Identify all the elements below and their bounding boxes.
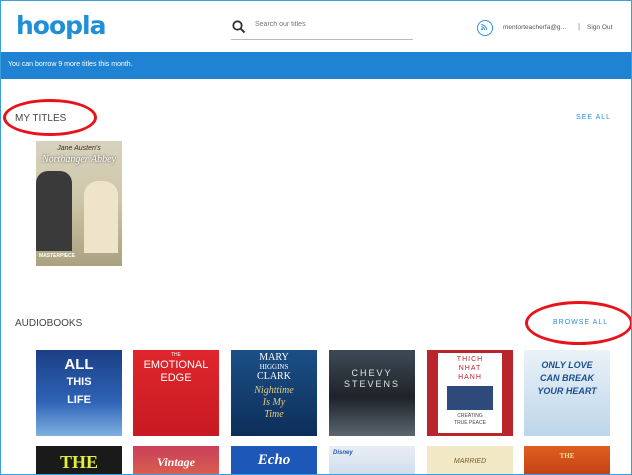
banner-text: You can borrow 9 more titles this month.	[8, 61, 133, 68]
account-username[interactable]: mentorteacherfa@g...	[503, 24, 566, 31]
cover-image	[447, 386, 493, 410]
see-all-link[interactable]: SEE ALL	[576, 114, 611, 121]
highlight-circle-my-titles	[3, 99, 97, 136]
cover-line: NHAT	[458, 365, 482, 372]
cover-line: Is My	[262, 397, 286, 408]
borrow-limit-banner: You can borrow 9 more titles this month.	[1, 52, 631, 79]
cover-line: CREATING	[457, 413, 483, 419]
cover-line: MARRIED	[453, 458, 487, 465]
audiobooks-heading: AUDIOBOOKS	[15, 318, 83, 329]
cover-line: Nighttime	[254, 385, 294, 396]
cover-line: THE	[171, 352, 181, 358]
cover-line: EDGE	[160, 372, 192, 384]
cover-footer: MASTERPIECE	[39, 253, 76, 259]
cover-author: Jane Austen's	[57, 145, 101, 152]
cover-line: LIFE	[67, 394, 91, 406]
cover-line: THE	[559, 452, 575, 460]
cover-line: MARY	[259, 352, 289, 363]
cover-line: HANH	[458, 374, 482, 381]
search-bar[interactable]	[231, 19, 413, 40]
audiobook-cover-all-this-life[interactable]: ALL THIS LIFE	[36, 350, 122, 436]
cover-line: ALL	[64, 356, 94, 373]
title-cover-northanger-abbey[interactable]: Jane Austen's Northanger Abbey MASTERPIE…	[36, 141, 122, 266]
cover-line: CHEVY	[351, 368, 393, 378]
cover-line: THE	[59, 452, 98, 472]
cover-line: STEVENS	[343, 379, 400, 389]
audiobook-cover-disney[interactable]: Disney	[329, 446, 415, 474]
audiobook-cover-row2-1[interactable]: THE	[36, 446, 122, 474]
cover-figure-woman	[84, 181, 118, 253]
cover-line: YOUR HEART	[537, 386, 597, 396]
hoopla-logo[interactable]: hoopla	[16, 11, 106, 40]
search-input[interactable]	[255, 21, 405, 28]
audiobook-cover-married[interactable]: MARRIED	[427, 446, 513, 474]
cover-line: Vintage	[156, 455, 195, 469]
cover-line: CAN BREAK	[540, 373, 594, 383]
highlight-circle-browse-all	[525, 301, 631, 345]
cover-line: ONLY LOVE	[541, 360, 593, 370]
cover-line: THIS	[66, 376, 92, 388]
audiobook-cover-chevy-stevens[interactable]: CHEVY STEVENS	[329, 350, 415, 436]
rss-icon[interactable]	[477, 20, 493, 36]
search-icon[interactable]	[231, 19, 247, 35]
audiobook-cover-only-love-can-break-your-heart[interactable]: ONLY LOVE CAN BREAK YOUR HEART	[524, 350, 610, 436]
cover-line: HIGGINS	[259, 363, 289, 371]
cover-line: CLARK	[257, 371, 291, 382]
cover-line: Disney	[333, 450, 353, 456]
cover-line: Echo	[257, 452, 291, 468]
cover-title: Northanger Abbey	[42, 154, 116, 165]
audiobook-cover-row2-6[interactable]: THE	[524, 446, 610, 474]
audiobook-cover-creating-true-peace[interactable]: THICH NHAT HANH CREATING TRUE PEACE	[427, 350, 513, 436]
cover-line: EMOTIONAL	[143, 359, 209, 371]
cover-line: TRUE PEACE	[454, 420, 486, 426]
audiobook-cover-the-emotional-edge[interactable]: THE EMOTIONAL EDGE	[133, 350, 219, 436]
audiobook-cover-vintage[interactable]: Vintage	[133, 446, 219, 474]
sign-out-link[interactable]: Sign Out	[587, 24, 612, 31]
cover-line: THICH	[456, 356, 484, 363]
cover-figure-man	[36, 171, 72, 251]
cover-line: Time	[264, 409, 284, 420]
audiobook-cover-nighttime-is-my-time[interactable]: MARY HIGGINS CLARK Nighttime Is My Time	[231, 350, 317, 436]
header-separator: |	[578, 22, 581, 31]
audiobook-cover-echo[interactable]: Echo	[231, 446, 317, 474]
app-window: hoopla mentorteacherfa@g... | Sign Out Y…	[0, 0, 632, 475]
top-bar: hoopla mentorteacherfa@g... | Sign Out	[1, 1, 631, 49]
